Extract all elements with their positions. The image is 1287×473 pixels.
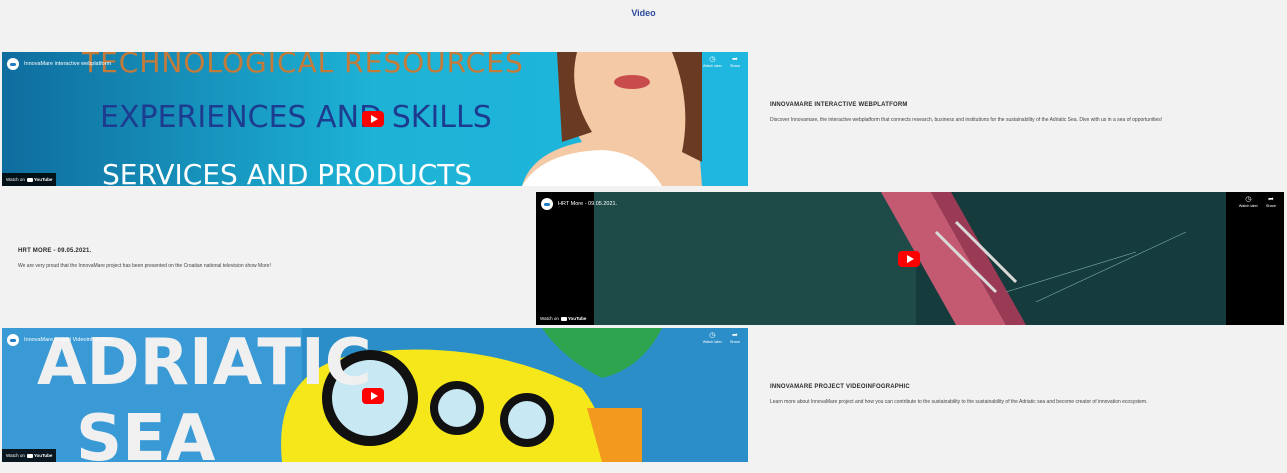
share-button[interactable]: ➦ Share [730,56,740,68]
share-button[interactable]: ➦ Share [730,332,740,344]
watch-later-button[interactable]: ◷ Watch later [703,56,722,68]
overlay-text-line-2: SEA [76,402,216,462]
overlay-text-line-1: TECHNOLOGICAL RESOURCES [82,52,524,79]
video-title[interactable]: InnovaMare project Videoinfographic [24,337,113,343]
clock-icon: ◷ [709,332,716,339]
video-header[interactable]: InnovaMare project Videoinfographic [7,334,113,346]
clock-icon: ◷ [709,56,716,63]
play-icon[interactable] [362,111,384,127]
watch-on-youtube-button[interactable]: Watch on YouTube [536,312,591,325]
video-header[interactable]: InnovaMare interactive webplatform [7,58,111,70]
watch-on-youtube-button[interactable]: Watch on YouTube [2,449,57,462]
youtube-logo-icon: YouTube [26,177,52,182]
overlay-text-line-3: SERVICES AND PRODUCTS [102,158,473,186]
share-icon: ➦ [731,332,738,339]
video-player-webplatform[interactable]: TECHNOLOGICAL RESOURCES EXPERIENCES AND … [2,52,748,186]
watch-later-button[interactable]: ◷ Watch later [1239,196,1258,208]
video-description-webplatform: INNOVAMARE INTERACTIVE WEBPLATFORM Disco… [770,102,1278,124]
video-player-hrt-more[interactable]: HRT More - 09.05.2021. ◷ Watch later ➦ Sha… [536,192,1284,325]
video-header[interactable]: HRT More - 09.05.2021. [541,198,617,210]
video-heading: INNOVAMARE PROJECT VIDEOINFOGRAPHIC [770,384,910,390]
watch-later-button[interactable]: ◷ Watch later [703,332,722,344]
video-actions: ◷ Watch later ➦ Share [703,332,740,344]
clock-icon: ◷ [1245,196,1252,203]
video-actions: ◷ Watch later ➦ Share [703,56,740,68]
video-description-hrt: HRT MORE - 09.05.2021. We are very proud… [18,248,518,270]
section-title: Video [631,8,656,18]
youtube-logo-icon: YouTube [26,453,52,458]
channel-logo-icon[interactable] [7,334,19,346]
video-description-text: Learn more about InnovaMare project and … [770,399,1148,405]
channel-logo-icon[interactable] [541,198,553,210]
overlay-text-line-2: EXPERIENCES AND SKILLS [100,100,492,135]
video-description-text: We are very proud that the InnovaMare pr… [18,263,271,269]
video-description-videoinfographic: INNOVAMARE PROJECT VIDEOINFOGRAPHIC Lear… [770,384,1278,406]
video-player-videoinfographic[interactable]: ADRIATIC SEA InnovaMare project Videoinf… [2,328,748,462]
video-title[interactable]: HRT More - 09.05.2021. [558,201,617,207]
video-heading: HRT MORE - 09.05.2021. [18,248,92,254]
video-description-text: Discover Innovamare, the interactive web… [770,117,1163,123]
video-actions: ◷ Watch later ➦ Share [1239,196,1276,208]
play-icon[interactable] [362,388,384,404]
channel-logo-icon[interactable] [7,58,19,70]
share-icon: ➦ [731,56,738,63]
youtube-logo-icon: YouTube [560,316,586,321]
play-icon[interactable] [898,251,920,267]
share-icon: ➦ [1267,196,1274,203]
video-heading: INNOVAMARE INTERACTIVE WEBPLATFORM [770,102,908,108]
share-button[interactable]: ➦ Share [1266,196,1276,208]
watch-on-youtube-button[interactable]: Watch on YouTube [2,173,57,186]
video-title[interactable]: InnovaMare interactive webplatform [24,61,111,67]
